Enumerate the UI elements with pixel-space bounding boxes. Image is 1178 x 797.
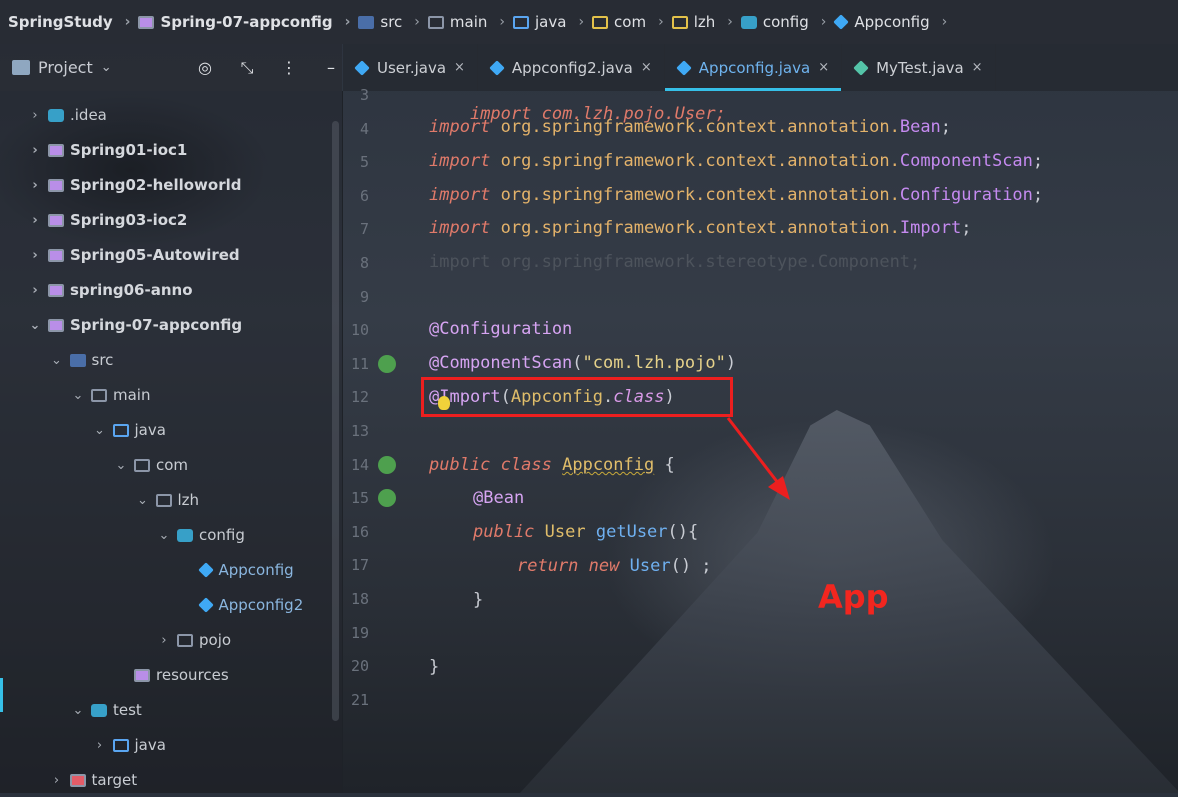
annotation-note: App [818,578,889,616]
annotation-arrow [726,417,790,500]
